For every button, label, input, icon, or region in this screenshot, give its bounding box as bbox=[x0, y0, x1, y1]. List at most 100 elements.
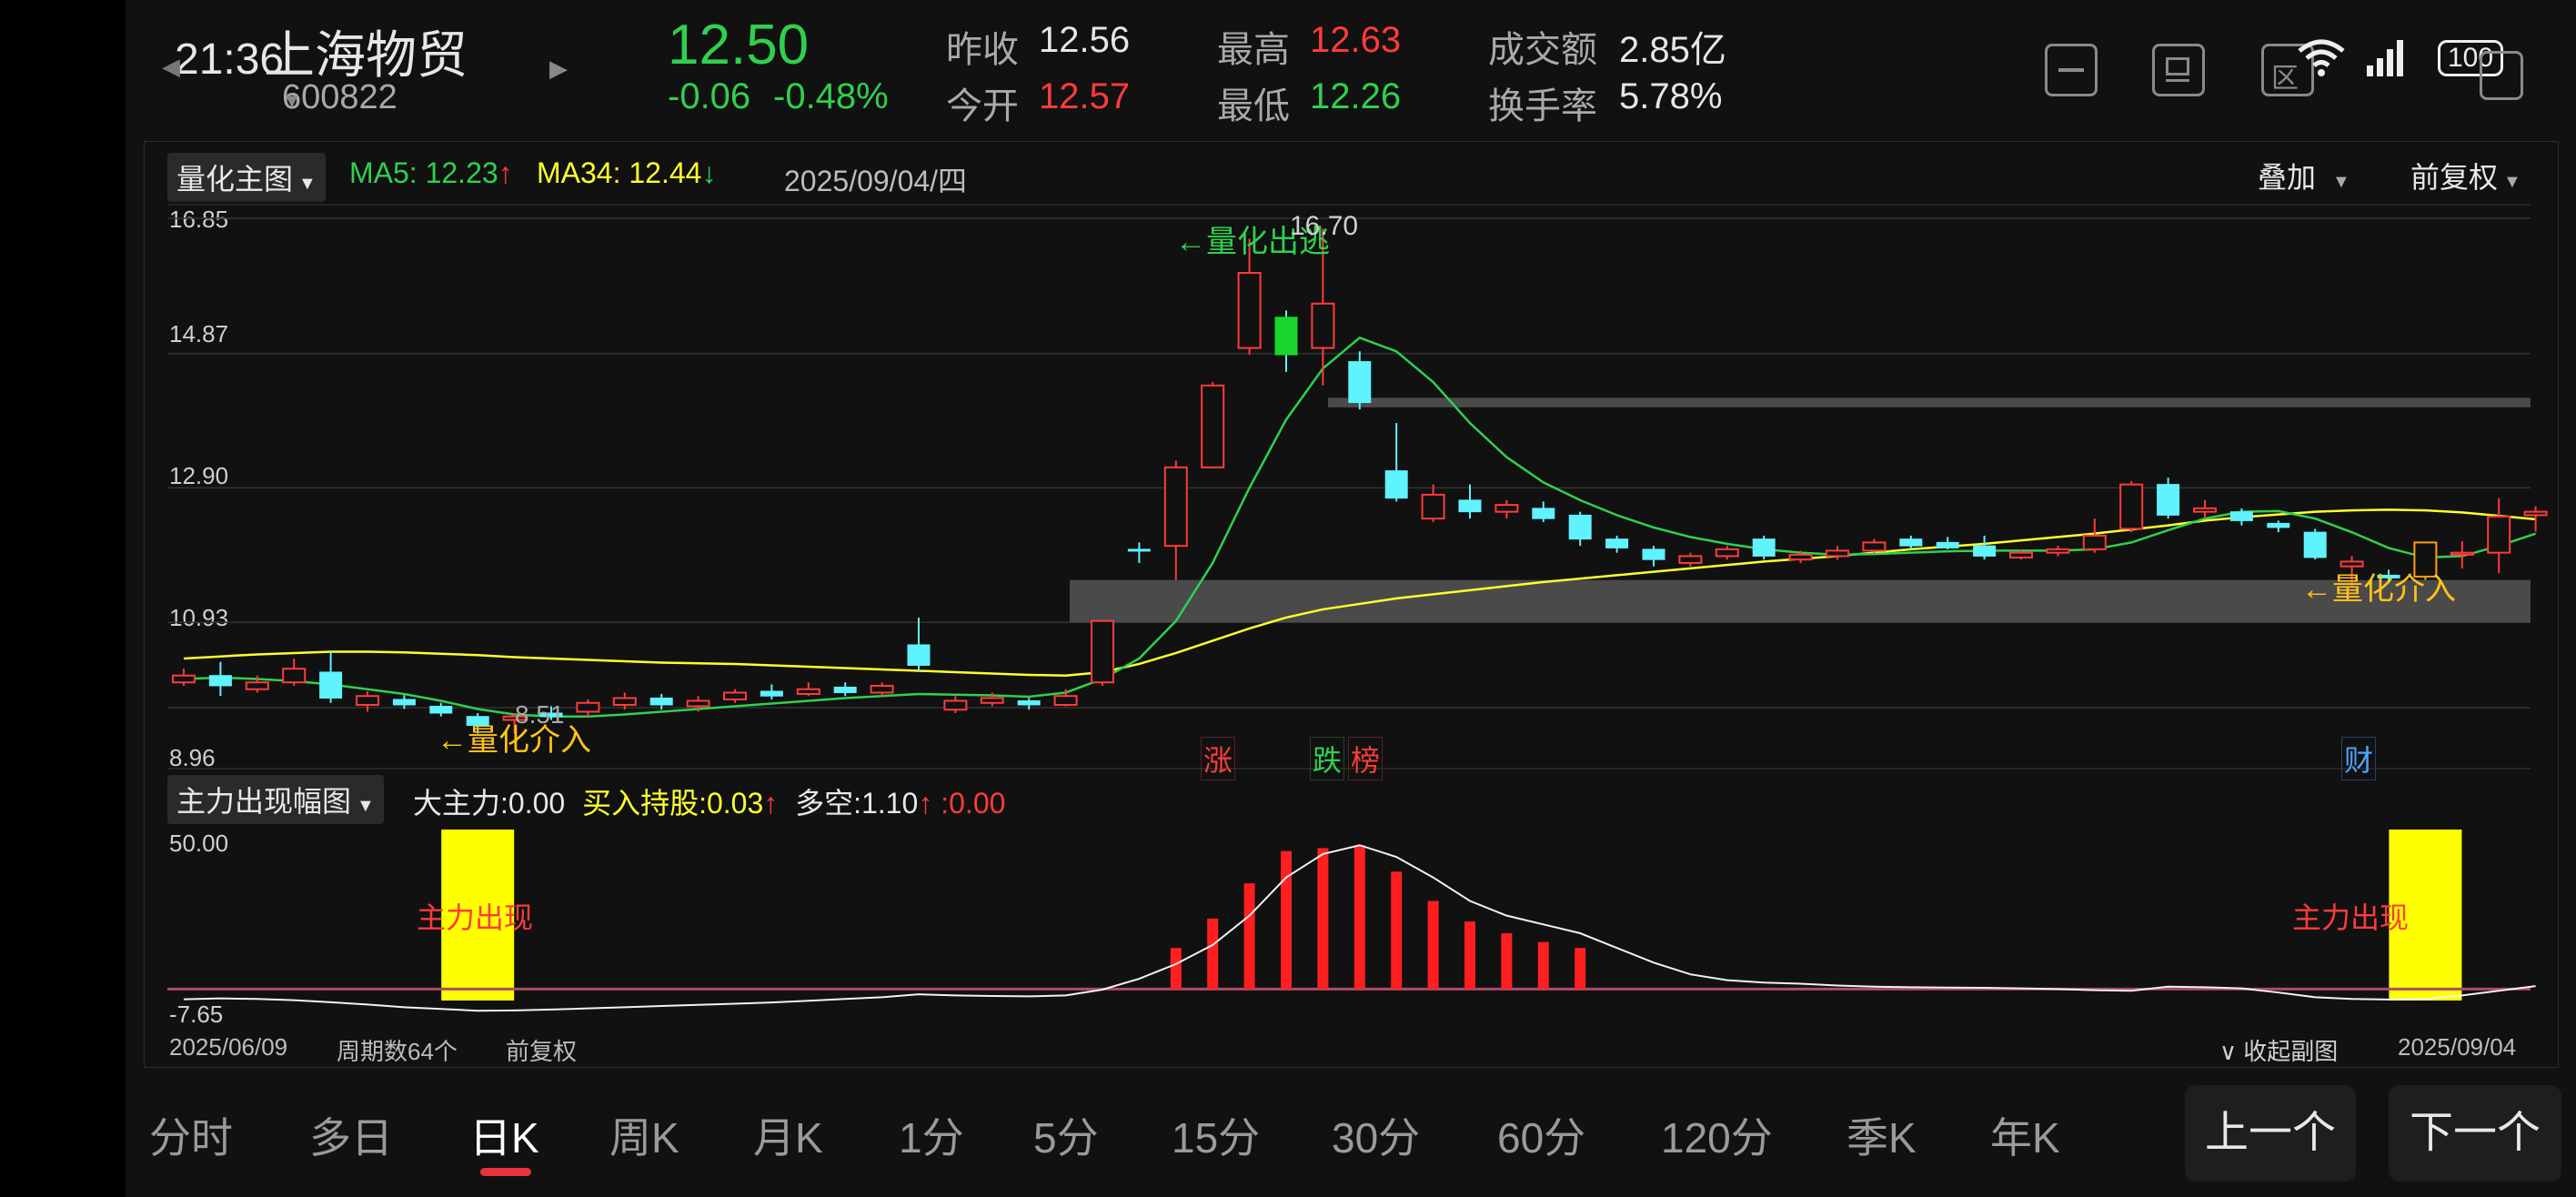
force-bar bbox=[1501, 933, 1513, 990]
candle-body bbox=[723, 691, 747, 700]
tab-daily-k[interactable]: 日K bbox=[469, 1105, 539, 1165]
candle-body bbox=[1163, 466, 1188, 548]
candle-body bbox=[686, 699, 710, 708]
force-bar bbox=[1317, 848, 1329, 990]
candle-body bbox=[1532, 508, 1555, 519]
candle-body bbox=[319, 671, 343, 699]
force-bar bbox=[1243, 883, 1255, 990]
candle-body bbox=[1458, 499, 1482, 513]
event-tag-rise[interactable]: 涨 bbox=[1201, 737, 1236, 780]
candle-body bbox=[1642, 548, 1665, 560]
candle-body bbox=[1127, 548, 1151, 552]
signal-label: 主力出现 bbox=[417, 901, 534, 934]
candle-body bbox=[907, 644, 931, 666]
candle-body bbox=[1091, 619, 1114, 684]
candle-body bbox=[1826, 549, 1849, 558]
signal-label: 主力出现 bbox=[2292, 901, 2410, 934]
candle-body bbox=[2523, 510, 2548, 517]
candle-body bbox=[2046, 548, 2070, 554]
footer-adjust: 前复权 bbox=[506, 1038, 578, 1065]
force-bar bbox=[1575, 948, 1586, 990]
tab-60min[interactable]: 60分 bbox=[1497, 1105, 1585, 1165]
candle-body bbox=[980, 697, 1004, 704]
candle-body bbox=[833, 686, 857, 693]
candle-body bbox=[1605, 538, 1629, 548]
candle-body bbox=[1348, 361, 1372, 404]
period-count: 周期数64个 bbox=[337, 1038, 458, 1065]
candle-body bbox=[2303, 531, 2327, 558]
force-bar bbox=[1207, 918, 1219, 990]
candle-body bbox=[1237, 272, 1262, 349]
tab-1min[interactable]: 1分 bbox=[899, 1105, 964, 1165]
candle-body bbox=[1274, 317, 1298, 356]
sub-indicator-selector[interactable]: 主力出现幅图 ▼ bbox=[167, 775, 384, 824]
tab-weekly-k[interactable]: 周K bbox=[609, 1105, 679, 1165]
candle-body bbox=[1311, 302, 1335, 349]
candle-body bbox=[1936, 541, 1959, 548]
candle-body bbox=[1017, 699, 1041, 706]
candle-body bbox=[245, 681, 269, 690]
candle-body bbox=[2487, 515, 2511, 554]
candle-body bbox=[2157, 484, 2180, 516]
high-price-annotation: 16.70 bbox=[1290, 211, 1359, 241]
tab-multi-day[interactable]: 多日 bbox=[309, 1105, 393, 1165]
candle-body bbox=[356, 695, 379, 706]
chevron-down-icon: ∨ bbox=[2219, 1038, 2238, 1065]
tab-intraday[interactable]: 分时 bbox=[149, 1105, 233, 1165]
force-bar bbox=[1281, 850, 1292, 990]
force-bar bbox=[1353, 845, 1365, 990]
force-bar bbox=[1391, 871, 1403, 990]
candle-body bbox=[2119, 483, 2144, 530]
candle-body bbox=[208, 675, 232, 687]
candle-body bbox=[1862, 541, 1887, 552]
tab-monthly-k[interactable]: 月K bbox=[753, 1105, 823, 1165]
tab-30min[interactable]: 30分 bbox=[1332, 1105, 1420, 1165]
candle-body bbox=[1678, 555, 1703, 564]
candle-body bbox=[2267, 522, 2290, 528]
candle-body bbox=[1568, 514, 1592, 540]
force-bar bbox=[1464, 921, 1475, 990]
force-bar bbox=[1170, 948, 1182, 990]
candle-body bbox=[2229, 511, 2253, 521]
candle-body bbox=[1899, 538, 1923, 547]
prev-stock-button[interactable]: 上一个 bbox=[2185, 1085, 2356, 1182]
active-tab-indicator bbox=[480, 1168, 531, 1176]
candle-body bbox=[870, 684, 894, 694]
tab-120min[interactable]: 120分 bbox=[1661, 1105, 1773, 1165]
tab-5min[interactable]: 5分 bbox=[1033, 1105, 1099, 1165]
next-stock-button[interactable]: 下一个 bbox=[2389, 1085, 2561, 1182]
candle-body bbox=[2082, 534, 2107, 550]
event-tag-rank[interactable]: 榜 bbox=[1348, 737, 1384, 780]
candle-body bbox=[172, 674, 196, 684]
candle-body bbox=[1788, 553, 1813, 561]
sub-y-label: 50.00 bbox=[169, 830, 229, 857]
candle-body bbox=[2009, 551, 2033, 558]
kline-chart[interactable] bbox=[0, 0, 2576, 1197]
candle-body bbox=[760, 690, 783, 697]
candle-body bbox=[649, 697, 673, 706]
event-tag-finance[interactable]: 财 bbox=[2341, 737, 2377, 780]
candle-body bbox=[429, 705, 453, 714]
collapse-sub-chart-button[interactable]: ∨ 收起副图 bbox=[2219, 1033, 2338, 1067]
sub-indicator-values: 大主力:0.00 买入持股:0.03↑ 多空:1.10↑ :0.00 bbox=[413, 787, 1006, 820]
tab-15min[interactable]: 15分 bbox=[1172, 1105, 1260, 1165]
tab-quarterly-k[interactable]: 季K bbox=[1846, 1105, 1917, 1165]
quant-entry-annotation: ←量化介入 bbox=[437, 723, 591, 758]
candle-body bbox=[796, 688, 820, 695]
start-date: 2025/06/09 bbox=[169, 1033, 288, 1061]
candle-body bbox=[1973, 545, 1997, 557]
event-tag-fall[interactable]: 跌 bbox=[1310, 737, 1345, 780]
candle-body bbox=[2193, 507, 2217, 513]
candle-body bbox=[612, 697, 637, 706]
tab-yearly-k[interactable]: 年K bbox=[1990, 1105, 2060, 1165]
candle-body bbox=[2450, 551, 2474, 556]
sub-indicator-label: 主力出现幅图 bbox=[176, 785, 352, 818]
candle-body bbox=[1715, 548, 1739, 558]
quant-entry-annotation: ←量化介入 bbox=[2301, 572, 2456, 607]
force-bar bbox=[1427, 900, 1439, 990]
candle-body bbox=[1421, 493, 1445, 520]
candle-body bbox=[1494, 504, 1519, 513]
sub-y-label: -7.65 bbox=[169, 1001, 224, 1028]
chevron-down-icon: ▼ bbox=[357, 796, 375, 816]
end-date: 2025/09/04 bbox=[2398, 1033, 2517, 1061]
